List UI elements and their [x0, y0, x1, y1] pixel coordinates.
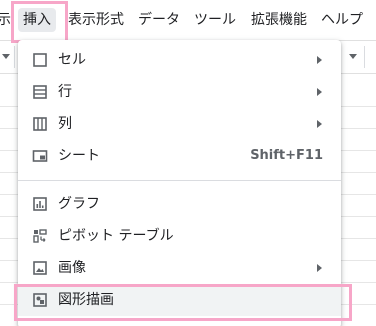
insert-menu: セル 行 列 シート Shift+F11 グラフ ピボット テーブル 画像 図形… [18, 40, 341, 326]
menu-item-pivot-table[interactable]: ピボット テーブル [18, 220, 341, 252]
submenu-arrow-icon [317, 88, 322, 96]
menu-item-label: 行 [58, 84, 72, 100]
app-window: 示 挿入 表示形式 データ ツール 拡張機能 ヘルプ セル 行 列 シート Sh… [0, 0, 376, 326]
columns-icon [32, 116, 48, 132]
toolbar-dropdown-caret-icon[interactable] [349, 54, 357, 59]
rows-icon [32, 84, 48, 100]
menu-item-cell[interactable]: セル [18, 44, 341, 76]
menu-item-sheet[interactable]: シート Shift+F11 [18, 140, 341, 172]
menu-item-label: 図形描画 [58, 292, 114, 308]
menu-item-image[interactable]: 画像 [18, 252, 341, 284]
menubar-item-extensions[interactable]: 拡張機能 [251, 11, 307, 29]
menu-item-label: セル [58, 52, 86, 68]
menu-item-label: グラフ [58, 196, 100, 212]
chart-icon [32, 196, 48, 212]
toolbar-separator [14, 46, 15, 68]
menubar-item-help[interactable]: ヘルプ [321, 11, 363, 29]
menu-item-shortcut: Shift+F11 [250, 148, 323, 163]
menubar-item-partial[interactable]: 示 [0, 11, 11, 29]
menubar-item-format[interactable]: 表示形式 [68, 11, 124, 29]
submenu-arrow-icon [317, 264, 322, 272]
submenu-arrow-icon [317, 56, 322, 64]
menu-item-label: 列 [58, 116, 72, 132]
drawing-icon [32, 292, 48, 308]
menubar-item-data[interactable]: データ [138, 11, 180, 29]
menu-divider [18, 180, 341, 181]
toolbar-dropdown-caret-icon[interactable] [2, 54, 10, 59]
menu-item-label: ピボット テーブル [58, 228, 174, 244]
menu-item-columns[interactable]: 列 [18, 108, 341, 140]
menu-item-drawing[interactable]: 図形描画 [18, 284, 341, 316]
cell-square-icon [32, 52, 48, 68]
menubar-item-tools[interactable]: ツール [194, 11, 236, 29]
toolbar-separator [364, 46, 365, 68]
menu-item-chart[interactable]: グラフ [18, 188, 341, 220]
image-icon [32, 260, 48, 276]
submenu-arrow-icon [317, 120, 322, 128]
menu-item-rows[interactable]: 行 [18, 76, 341, 108]
pivot-table-icon [32, 228, 48, 244]
menu-item-label: シート [58, 148, 100, 164]
menu-item-label: 画像 [58, 260, 86, 276]
sheet-icon [32, 148, 48, 164]
menubar: 示 挿入 表示形式 データ ツール 拡張機能 ヘルプ [0, 0, 376, 40]
menubar-item-insert[interactable]: 挿入 [18, 8, 56, 32]
